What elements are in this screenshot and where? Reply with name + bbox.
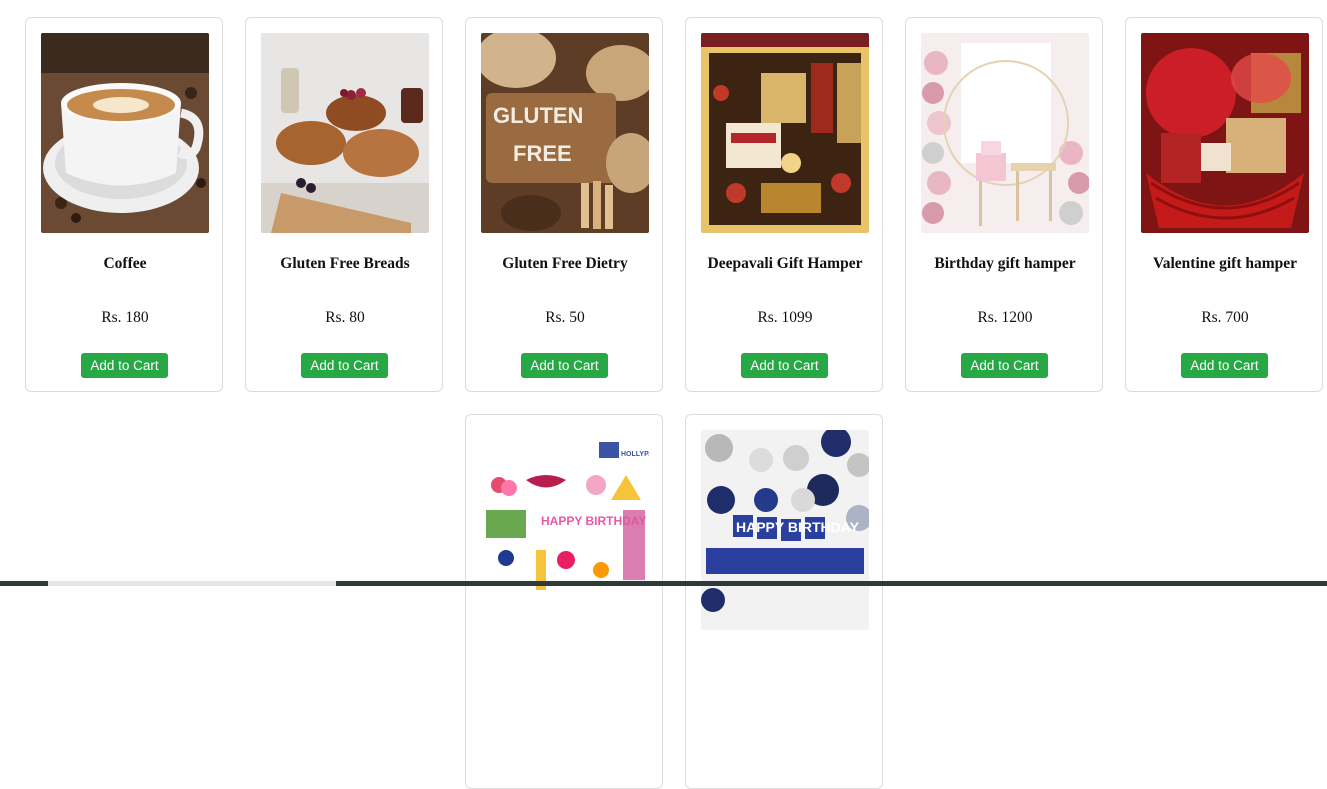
product-price: Rs. 1099 — [757, 309, 813, 326]
blue-balloons-image: HAPPY BIRTHDAY — [701, 430, 869, 630]
product-name: Birthday gift hamper — [934, 255, 1076, 272]
product-card: Gluten Free Breads Rs. 80 Add to Cart — [245, 17, 443, 392]
product-price: Rs. 1200 — [977, 309, 1033, 326]
party-kit-image: HOLLYPARTY HAPPY BIRTHDAY — [481, 430, 649, 630]
add-to-cart-button[interactable]: Add to Cart — [1181, 353, 1268, 378]
product-price: Rs. 180 — [101, 309, 149, 326]
bread-loaves-image — [261, 33, 429, 233]
add-to-cart-button[interactable]: Add to Cart — [301, 353, 388, 378]
product-price: Rs. 50 — [545, 309, 585, 326]
product-card: Birthday gift hamper Rs. 1200 Add to Car… — [905, 17, 1103, 392]
happy-birthday-text: HAPPY BIRTHDAY — [736, 519, 860, 535]
svg-text:HOLLYPARTY: HOLLYPARTY — [621, 451, 649, 458]
product-name: Deepavali Gift Hamper — [707, 255, 863, 272]
product-card: Coffee Rs. 180 Add to Cart — [25, 17, 223, 392]
product-name: Valentine gift hamper — [1152, 255, 1298, 272]
product-card: HAPPY BIRTHDAY — [685, 414, 883, 789]
product-name: Coffee — [103, 255, 147, 272]
product-card: Deepavali Gift Hamper Rs. 1099 Add to Ca… — [685, 17, 883, 392]
product-card: GLUTEN FREE Gluten Free Dietry Rs. 50 Ad… — [465, 17, 663, 392]
product-card: HOLLYPARTY HAPPY BIRTHDAY — [465, 414, 663, 789]
add-to-cart-button[interactable]: Add to Cart — [521, 353, 608, 378]
product-grid: Coffee Rs. 180 Add to Cart Gluten Free B… — [0, 0, 1327, 789]
birthday-decor-image — [921, 33, 1089, 233]
add-to-cart-button[interactable]: Add to Cart — [81, 353, 168, 378]
add-to-cart-button[interactable]: Add to Cart — [961, 353, 1048, 378]
coffee-cup-image — [41, 33, 209, 233]
product-card: Valentine gift hamper Rs. 700 Add to Car… — [1125, 17, 1323, 392]
scrollbar-thumb[interactable] — [48, 581, 336, 586]
add-to-cart-button[interactable]: Add to Cart — [741, 353, 828, 378]
valentine-basket-image — [1141, 33, 1309, 233]
horizontal-scrollbar[interactable] — [0, 581, 1327, 586]
product-price: Rs. 80 — [325, 309, 365, 326]
product-name: Gluten Free Breads — [280, 255, 410, 272]
product-name: Gluten Free Dietry — [502, 255, 628, 272]
deepavali-hamper-image — [701, 33, 869, 233]
svg-text:GLUTEN: GLUTEN — [493, 103, 583, 128]
product-price: Rs. 700 — [1201, 309, 1249, 326]
gluten-free-board-image: GLUTEN FREE — [481, 33, 649, 233]
svg-text:FREE: FREE — [513, 141, 572, 166]
